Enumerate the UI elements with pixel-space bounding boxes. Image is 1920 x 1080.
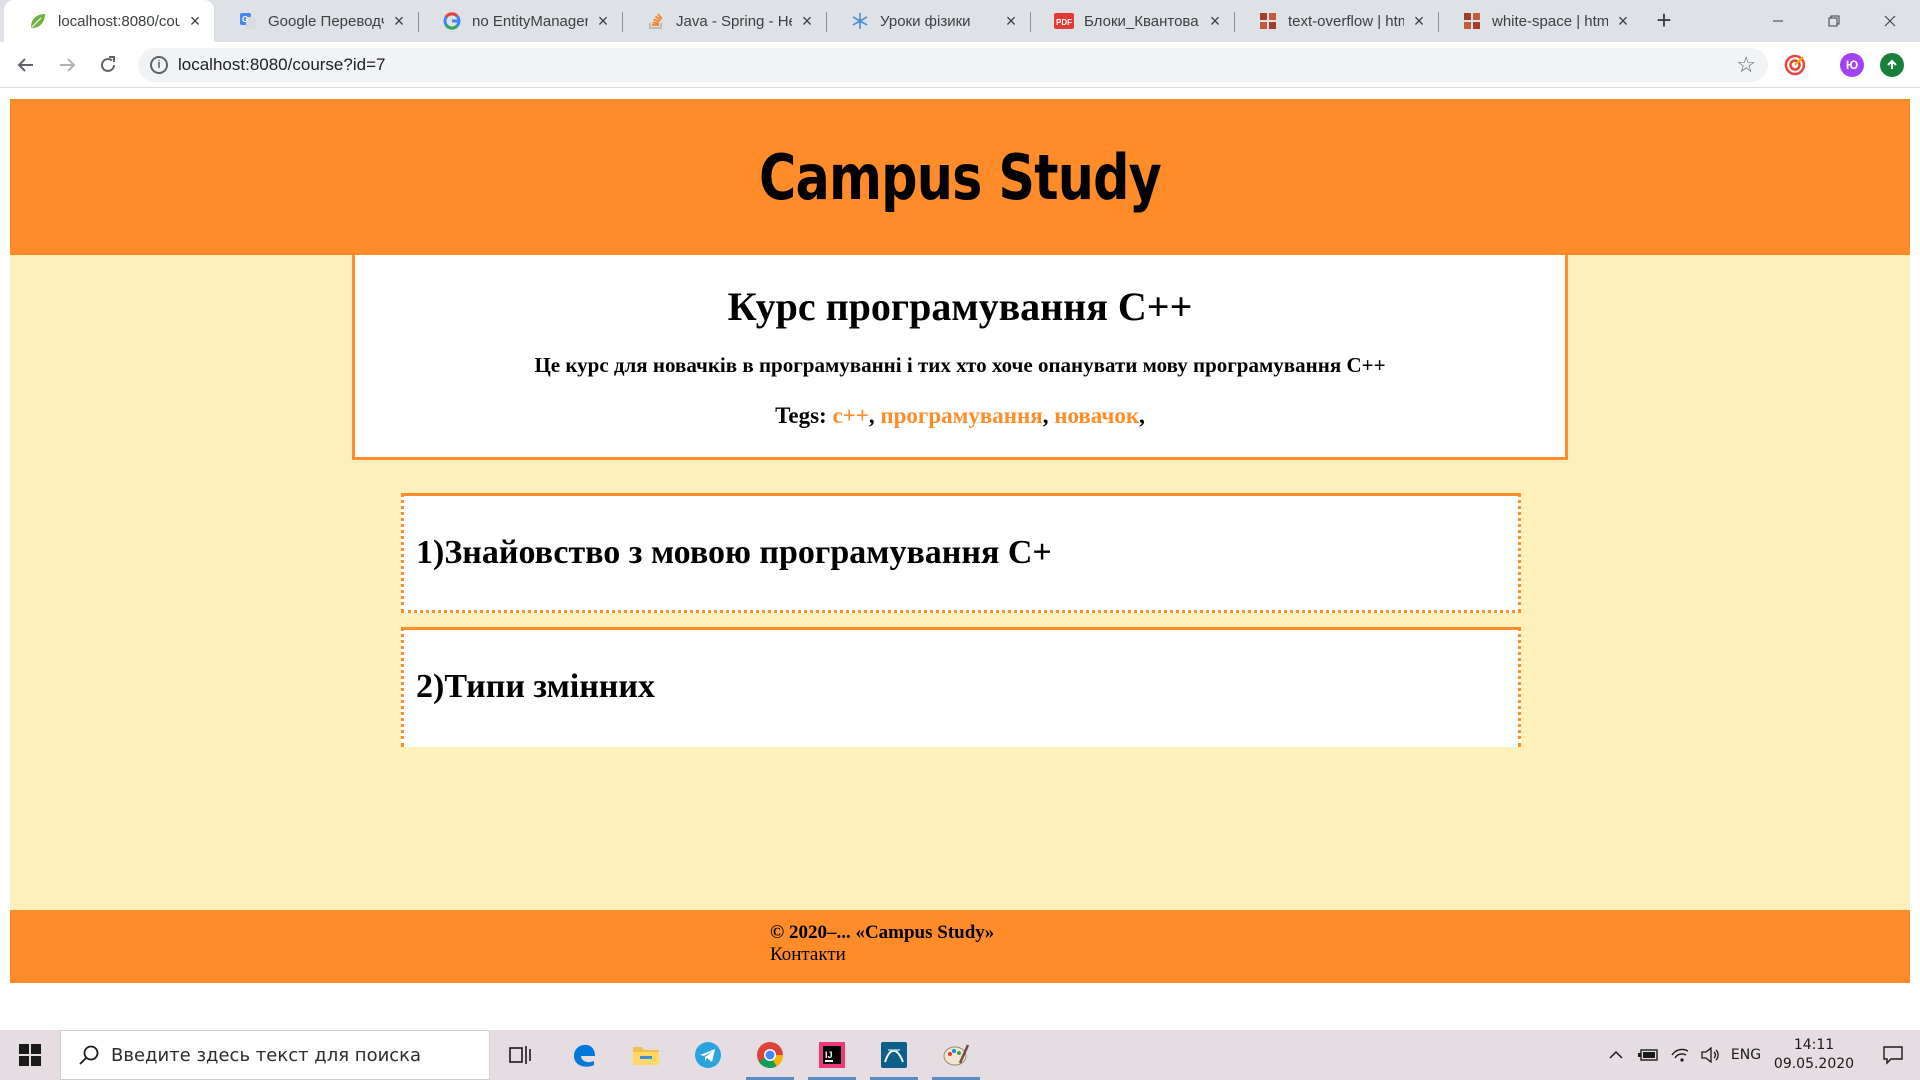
stackoverflow-icon — [646, 11, 666, 31]
search-icon — [79, 1045, 99, 1065]
course-tags: Tegs: c++, програмування, новачок, — [775, 403, 1145, 428]
close-icon[interactable]: × — [798, 12, 816, 30]
update-icon[interactable] — [1880, 53, 1904, 77]
windows-taskbar: Введите здесь текст для поиска IJ ENG 14… — [0, 1030, 1920, 1080]
intellij-idea-icon[interactable]: IJ — [804, 1030, 860, 1080]
address-url[interactable]: localhost:8080/course?id=7 — [178, 48, 385, 82]
page-viewport: Campus Study Курс програмування C++ Це к… — [0, 89, 1920, 1030]
tab-pdf-quantum[interactable]: PDF Блоки_Квантова т × — [1030, 0, 1234, 42]
svg-text:PDF: PDF — [1056, 18, 1072, 27]
tab-java-spring[interactable]: Java - Spring - Her × — [622, 0, 826, 42]
profile-avatar[interactable]: Ю — [1840, 53, 1864, 77]
telegram-icon[interactable] — [680, 1030, 736, 1080]
svg-text:IJ: IJ — [825, 1050, 833, 1060]
tab-title: Google Переводч — [268, 12, 384, 30]
svg-text:G: G — [242, 15, 248, 24]
close-icon[interactable]: × — [594, 12, 612, 30]
input-language[interactable]: ENG — [1726, 1030, 1766, 1080]
site-footer: © 2020–... «Campus Study» Контакти — [10, 910, 1910, 983]
snowflake-icon — [850, 11, 870, 31]
tab-white-space[interactable]: white-space | html × — [1438, 0, 1642, 42]
chevron-up-icon[interactable] — [1604, 1030, 1628, 1080]
tab-entitymanager[interactable]: no EntityManager × — [418, 0, 622, 42]
clock-date: 09.05.2020 — [1773, 1056, 1855, 1072]
taskbar-search-box[interactable]: Введите здесь текст для поиска — [60, 1030, 490, 1080]
close-icon[interactable]: × — [1002, 12, 1020, 30]
close-icon[interactable]: × — [186, 12, 204, 30]
tab-title: localhost:8080/cou — [58, 12, 180, 30]
site-title[interactable]: Campus Study — [181, 141, 1739, 214]
google-translate-icon: G — [238, 11, 258, 31]
paint-icon[interactable] — [928, 1030, 984, 1080]
lesson-title[interactable]: 1)Знайовство з мовою програмування C+ — [416, 534, 1052, 572]
htmlbook-icon — [1258, 11, 1278, 31]
taskbar-search-placeholder: Введите здесь текст для поиска — [111, 1045, 422, 1066]
volume-icon[interactable] — [1696, 1030, 1724, 1080]
tab-localhost[interactable]: localhost:8080/cou × — [4, 0, 214, 42]
tab-title: Java - Spring - Her — [676, 12, 792, 30]
taskbar-clock[interactable]: 14:11 09.05.2020 — [1766, 1036, 1862, 1074]
lesson-title[interactable]: 2)Типи змінних — [416, 668, 655, 706]
pdf-icon: PDF — [1054, 11, 1074, 31]
new-tab-button[interactable]: + — [1650, 7, 1678, 35]
tab-title: text-overflow | htm — [1288, 12, 1404, 30]
mysql-workbench-icon[interactable] — [866, 1030, 922, 1080]
browser-toolbar: i localhost:8080/course?id=7 ☆ Ю — [0, 42, 1920, 88]
clock-time: 14:11 — [1793, 1037, 1835, 1053]
battery-icon[interactable] — [1634, 1030, 1662, 1080]
course-description: Це курс для новачків в програмуванні і т… — [534, 353, 1386, 377]
windows-logo-icon — [19, 1044, 41, 1066]
close-icon[interactable]: × — [1614, 12, 1632, 30]
close-icon[interactable]: × — [1410, 12, 1428, 30]
forward-button[interactable] — [51, 49, 83, 81]
profile-initial: Ю — [1845, 58, 1859, 72]
tab-title: white-space | html — [1492, 12, 1608, 30]
tag-link[interactable]: c++ — [832, 403, 868, 428]
address-bar[interactable]: i localhost:8080/course?id=7 ☆ — [138, 48, 1768, 82]
minimize-button[interactable] — [1750, 0, 1806, 42]
back-button[interactable] — [10, 49, 42, 81]
start-button[interactable] — [0, 1030, 60, 1080]
wifi-icon[interactable] — [1666, 1030, 1694, 1080]
course-title: Курс програмування C++ — [727, 284, 1193, 329]
close-icon[interactable]: × — [390, 12, 408, 30]
tab-text-overflow[interactable]: text-overflow | htm × — [1234, 0, 1438, 42]
info-icon[interactable]: i — [150, 56, 168, 74]
lesson-item[interactable]: 2)Типи змінних — [401, 627, 1521, 747]
chrome-icon[interactable] — [742, 1030, 798, 1080]
task-view-icon[interactable] — [492, 1030, 548, 1080]
tags-label: Tegs: — [775, 403, 827, 428]
restore-button[interactable] — [1806, 0, 1862, 42]
tab-physics-lessons[interactable]: Уроки фізики × — [826, 0, 1030, 42]
tag-link[interactable]: програмування — [880, 403, 1042, 428]
tag-link[interactable]: новачок — [1054, 403, 1139, 428]
htmlbook-icon — [1462, 11, 1482, 31]
google-icon — [442, 11, 462, 31]
notifications-icon[interactable] — [1866, 1030, 1920, 1080]
reload-button[interactable] — [92, 49, 124, 81]
spring-leaf-icon — [28, 11, 48, 31]
footer-contacts-link[interactable]: Контакти — [770, 944, 846, 966]
tab-title: Блоки_Квантова т — [1084, 12, 1200, 30]
tab-title: Уроки фізики — [880, 12, 971, 30]
footer-copyright: © 2020–... «Campus Study» — [770, 922, 995, 943]
lesson-item[interactable]: 1)Знайовство з мовою програмування C+ — [401, 493, 1521, 613]
close-window-button[interactable] — [1862, 0, 1918, 42]
bookmark-star-icon[interactable]: ☆ — [1736, 53, 1756, 77]
browser-tab-bar: localhost:8080/cou × G Google Переводч ×… — [0, 0, 1920, 42]
site-body: Campus Study Курс програмування C++ Це к… — [10, 99, 1910, 983]
close-icon[interactable]: × — [1206, 12, 1224, 30]
file-explorer-icon[interactable] — [618, 1030, 674, 1080]
edge-icon[interactable] — [556, 1030, 612, 1080]
site-header: Campus Study — [10, 99, 1910, 255]
tab-google-translate[interactable]: G Google Переводч × — [214, 0, 418, 42]
course-info-card: Курс програмування C++ Це курс для новач… — [352, 255, 1568, 460]
tab-title: no EntityManager — [472, 12, 588, 30]
extension-target-icon[interactable] — [1783, 53, 1807, 77]
